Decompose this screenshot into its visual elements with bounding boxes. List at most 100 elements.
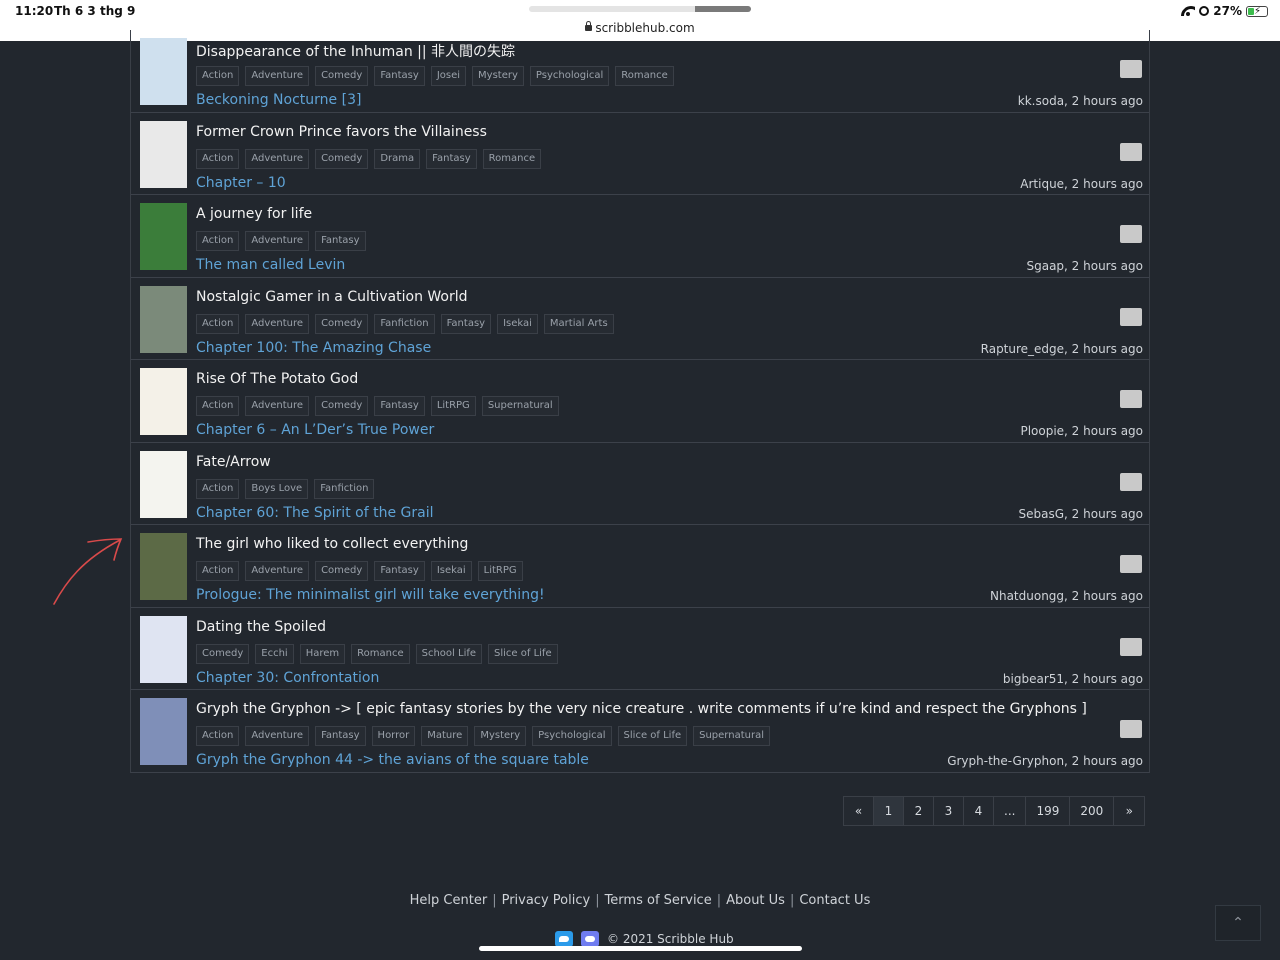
series-title[interactable]: Fate/Arrow [196,454,271,470]
genre-tag[interactable]: Comedy [196,643,250,664]
genre-tag[interactable]: Adventure [245,726,310,746]
chapter-link[interactable]: Gryph the Gryphon 44 -> the avians of th… [196,752,589,768]
series-title[interactable]: Gryph the Gryphon -> [ epic fantasy stor… [196,701,1087,717]
page-button[interactable]: « [844,797,874,825]
genre-tag[interactable]: Adventure [245,66,310,86]
genre-tag[interactable]: Adventure [245,231,310,251]
genre-tag[interactable]: Fantasy [315,726,366,746]
genre-tag[interactable]: Josei [430,66,467,86]
footer-link[interactable]: Privacy Policy [502,893,591,908]
genre-tag[interactable]: Action [196,478,240,499]
footer-link[interactable]: Terms of Service [605,893,712,908]
genre-tag[interactable]: Mature [421,726,469,746]
genre-tag[interactable]: Martial Arts [543,313,614,334]
genre-tag[interactable]: Supernatural [693,726,770,746]
series-title[interactable]: Dating the Spoiled [196,619,326,635]
genre-tag[interactable]: Comedy [315,66,369,86]
genre-tag[interactable]: Comedy [315,313,369,334]
genre-tag[interactable]: Isekai [430,561,472,581]
genre-tag[interactable]: Romance [351,643,410,664]
series-cover[interactable] [140,285,187,353]
genre-tag[interactable]: LitRPG [430,396,476,416]
genre-tag[interactable]: Action [196,66,240,86]
read-checkbox[interactable] [1120,225,1142,243]
page-button[interactable]: 4 [964,797,994,825]
genre-tag[interactable]: Slice of Life [488,643,558,664]
chapter-link[interactable]: Chapter 30: Confrontation [196,670,379,686]
series-cover[interactable] [140,38,187,105]
read-checkbox[interactable] [1120,555,1142,573]
genre-tag[interactable]: Boys Love [245,478,309,499]
read-checkbox[interactable] [1120,472,1142,491]
genre-tag[interactable]: Adventure [245,313,310,334]
series-cover[interactable] [140,698,187,765]
home-indicator[interactable] [479,946,802,951]
series-cover[interactable] [140,533,187,600]
genre-tag[interactable]: Romance [615,66,674,86]
series-title[interactable]: Former Crown Prince favors the Villaines… [196,124,487,140]
chapter-link[interactable]: Chapter 60: The Spirit of the Grail [196,505,433,521]
genre-tag[interactable]: Comedy [315,396,369,416]
chapter-link[interactable]: Chapter 6 – An L’Der’s True Power [196,422,434,438]
page-button[interactable]: ... [994,797,1027,825]
genre-tag[interactable]: Fantasy [374,66,425,86]
genre-tag[interactable]: Comedy [315,561,369,581]
multitask-handle[interactable] [529,6,751,12]
genre-tag[interactable]: Fantasy [315,231,366,251]
series-title[interactable]: Rise Of The Potato God [196,371,358,387]
page-button[interactable]: 200 [1070,797,1115,825]
genre-tag[interactable]: Isekai [497,313,538,334]
page-button[interactable]: 199 [1026,797,1071,825]
footer-link[interactable]: Help Center [410,893,488,908]
twitter-icon[interactable] [555,931,573,947]
series-title[interactable]: The girl who liked to collect everything [196,536,468,552]
genre-tag[interactable]: Fantasy [440,313,492,334]
genre-tag[interactable]: Fantasy [374,396,425,416]
page-button[interactable]: 2 [904,797,934,825]
footer-link[interactable]: About Us [726,893,785,908]
genre-tag[interactable]: Action [196,148,240,169]
chapter-link[interactable]: Chapter – 10 [196,175,286,191]
page-button[interactable]: 1 [874,797,904,825]
read-checkbox[interactable] [1120,60,1142,78]
genre-tag[interactable]: Psychological [532,726,612,746]
chapter-link[interactable]: Chapter 100: The Amazing Chase [196,340,431,356]
genre-tag[interactable]: Action [196,726,240,746]
series-cover[interactable] [140,120,187,188]
back-to-top-button[interactable]: ⌃ [1215,905,1261,941]
genre-tag[interactable]: Adventure [245,148,310,169]
genre-tag[interactable]: Comedy [315,148,369,169]
read-checkbox[interactable] [1120,307,1142,326]
genre-tag[interactable]: Fanfiction [314,478,375,499]
genre-tag[interactable]: Supernatural [481,396,559,416]
page-button[interactable]: 3 [934,797,964,825]
read-checkbox[interactable] [1120,390,1142,408]
genre-tag[interactable]: Adventure [245,396,310,416]
chapter-link[interactable]: Beckoning Nocturne [3] [196,92,361,108]
series-cover[interactable] [140,450,187,518]
series-title[interactable]: A journey for life [196,206,312,222]
read-checkbox[interactable] [1120,720,1142,738]
chapter-link[interactable]: Prologue: The minimalist girl will take … [196,587,545,603]
genre-tag[interactable]: Psychological [529,66,610,86]
genre-tag[interactable]: School Life [415,643,483,664]
footer-link[interactable]: Contact Us [799,893,870,908]
genre-tag[interactable]: Drama [374,148,421,169]
discord-icon[interactable] [581,931,599,947]
genre-tag[interactable]: Horror [371,726,416,746]
series-cover[interactable] [140,615,187,683]
read-checkbox[interactable] [1120,637,1142,656]
page-button[interactable]: » [1114,797,1145,825]
series-cover[interactable] [140,368,187,435]
read-checkbox[interactable] [1120,142,1142,161]
genre-tag[interactable]: Fantasy [374,561,425,581]
genre-tag[interactable]: Adventure [245,561,310,581]
genre-tag[interactable]: LitRPG [477,561,523,581]
genre-tag[interactable]: Action [196,231,240,251]
chapter-link[interactable]: The man called Levin [196,257,345,273]
series-title[interactable]: Disappearance of the Inhuman || 非人間の失踪 [196,41,515,61]
genre-tag[interactable]: Romance [482,148,542,169]
genre-tag[interactable]: Action [196,396,240,416]
genre-tag[interactable]: Mystery [474,726,527,746]
genre-tag[interactable]: Slice of Life [617,726,688,746]
